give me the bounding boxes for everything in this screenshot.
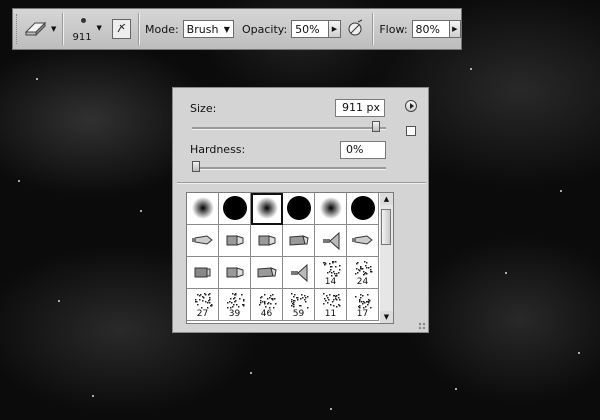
brush-preset-size: 14 — [324, 277, 337, 287]
brush-preset-angled[interactable] — [283, 225, 315, 257]
toolbar-separator — [372, 13, 375, 45]
brush-preset-size: 24 — [356, 277, 369, 287]
soft-round-brush-icon — [192, 197, 214, 219]
brush-preset-flat[interactable] — [187, 257, 219, 289]
tool-preset-picker[interactable]: ▼ — [21, 14, 59, 44]
hardness-slider-thumb[interactable] — [192, 161, 200, 172]
brush-size-readout: 911 — [72, 32, 92, 43]
brush-preset-hard-round[interactable] — [283, 193, 315, 225]
brush-preset-pencil[interactable] — [347, 225, 379, 257]
scroll-down-icon[interactable]: ▼ — [380, 311, 393, 323]
soft-round-brush-icon — [256, 197, 278, 219]
fan-brush-icon — [323, 231, 340, 251]
brush-preset-scatter[interactable]: 17 — [347, 289, 379, 321]
brush-preset-size: 39 — [228, 309, 241, 319]
brush-preset-scatter[interactable]: 39 — [219, 289, 251, 321]
flat-brush-icon — [194, 267, 211, 278]
mode-value: Brush — [186, 22, 219, 36]
chisel-brush-icon — [226, 235, 244, 246]
brush-preset-size: 46 — [260, 309, 273, 319]
flow-slider-toggle[interactable]: ▶ — [449, 20, 461, 38]
opacity-slider-toggle[interactable]: ▶ — [329, 20, 341, 38]
toolbar-separator — [61, 13, 64, 45]
brush-preset-chisel[interactable] — [219, 225, 251, 257]
mode-select[interactable]: Brush ▼ — [182, 20, 234, 38]
chisel-brush-icon — [226, 267, 244, 278]
preset-scrollbar[interactable]: ▲ ▼ — [380, 192, 394, 324]
scroll-up-icon[interactable]: ▲ — [380, 193, 393, 205]
mode-label: Mode: — [144, 22, 179, 36]
chevron-down-icon: ▼ — [96, 24, 102, 32]
brush-preset-scatter[interactable]: 46 — [251, 289, 283, 321]
airbrush-icon — [345, 18, 365, 41]
size-label: Size: — [190, 102, 217, 115]
hardness-field[interactable]: 0% — [340, 141, 386, 159]
hardness-label: Hardness: — [190, 143, 246, 156]
brush-preset-hard-round[interactable] — [347, 193, 379, 225]
brush-preset-hard-round[interactable] — [219, 193, 251, 225]
angled-brush-icon — [257, 267, 277, 278]
panel-menu-icon[interactable] — [405, 100, 417, 112]
brush-preset-pencil[interactable] — [187, 225, 219, 257]
brush-preset-size: 17 — [356, 309, 369, 319]
chisel-brush-icon — [258, 235, 276, 246]
opacity-label: Opacity: — [241, 22, 288, 36]
brush-preset-scatter[interactable]: 24 — [347, 257, 379, 289]
scrollbar-thumb[interactable] — [381, 209, 391, 245]
soft-round-brush-icon — [320, 197, 342, 219]
pencil-brush-icon — [352, 235, 373, 245]
flow-field[interactable]: 80% — [411, 20, 450, 38]
brush-preset-soft-round[interactable] — [187, 193, 219, 225]
brush-panel-icon — [116, 22, 128, 37]
tool-options-bar: ▼ 911 ▼ Mode: Brush ▼ Opacity: 50% ▶ Flo… — [12, 8, 462, 50]
brush-preset-scatter[interactable]: 59 — [283, 289, 315, 321]
angled-brush-icon — [289, 235, 309, 246]
brush-preset-fan[interactable] — [315, 225, 347, 257]
brush-preset-chisel[interactable] — [251, 225, 283, 257]
toggle-brush-panel-button[interactable] — [112, 19, 132, 39]
size-slider-thumb[interactable] — [372, 121, 381, 132]
resize-grip-icon[interactable] — [418, 322, 426, 330]
hard-round-brush-icon — [351, 196, 375, 220]
flow-label: Flow: — [379, 22, 408, 36]
hardness-slider-track[interactable] — [192, 167, 386, 170]
hard-round-brush-icon — [287, 196, 311, 220]
brush-preset-panel: Size: 911 px Hardness: 0% 14 24 27 39 46 59 11… — [172, 87, 429, 333]
brush-preset-size: 59 — [292, 309, 305, 319]
brush-preset-scatter[interactable]: 27 — [187, 289, 219, 321]
size-slider-track[interactable] — [192, 127, 386, 130]
fan-brush-icon — [291, 263, 308, 283]
new-preset-icon[interactable] — [406, 126, 416, 136]
hard-round-brush-icon — [223, 196, 247, 220]
eraser-icon — [23, 20, 49, 38]
brush-preset-soft-round[interactable] — [251, 193, 283, 225]
size-field[interactable]: 911 px — [335, 99, 385, 117]
brush-preset-scatter[interactable]: 14 — [315, 257, 347, 289]
brush-preset-soft-round[interactable] — [315, 193, 347, 225]
airbrush-toggle-button[interactable] — [345, 18, 366, 40]
brush-preset-picker[interactable]: 911 ▼ — [67, 12, 109, 46]
brush-preset-fan[interactable] — [283, 257, 315, 289]
opacity-field[interactable]: 50% — [291, 20, 330, 38]
preset-grid: 14 24 27 39 46 59 11 17 — [186, 192, 393, 324]
chevron-down-icon: ▼ — [223, 25, 230, 34]
brush-preset-size: 11 — [324, 309, 337, 319]
brush-preset-angled[interactable] — [251, 257, 283, 289]
panel-divider — [177, 182, 426, 184]
brush-preset-chisel[interactable] — [219, 257, 251, 289]
brush-tip-icon — [80, 18, 86, 23]
pencil-brush-icon — [192, 235, 213, 245]
brush-preset-scatter[interactable]: 11 — [315, 289, 347, 321]
brush-preset-size: 27 — [196, 309, 209, 319]
chevron-down-icon: ▼ — [50, 25, 57, 33]
toolbar-separator — [138, 13, 140, 45]
